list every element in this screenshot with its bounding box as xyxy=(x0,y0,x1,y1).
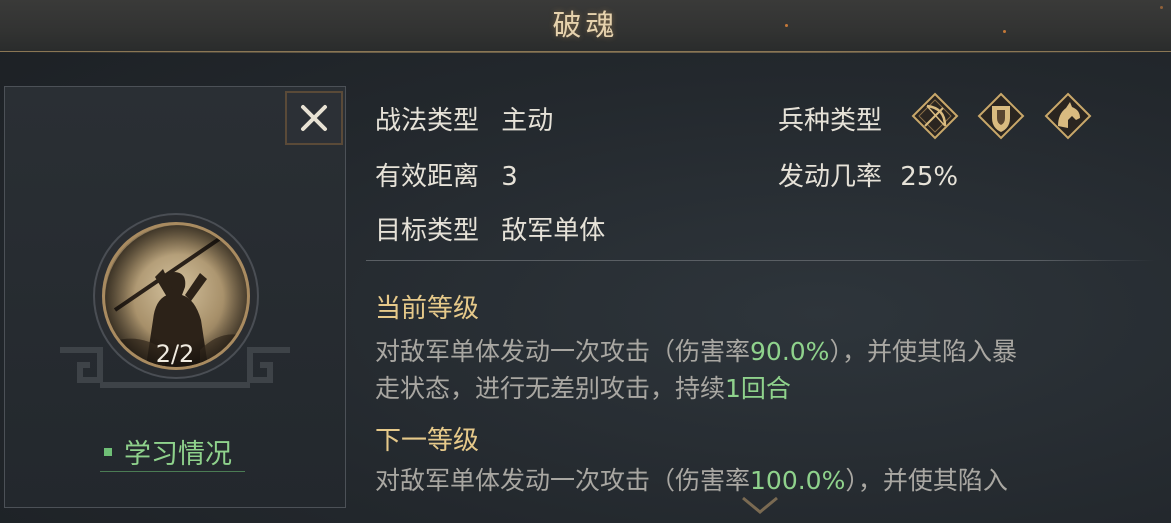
close-button[interactable] xyxy=(285,91,343,145)
status-bullet-icon xyxy=(104,447,112,456)
desc-text: 对敌军单体发动一次攻击（伤害率 xyxy=(375,337,751,366)
ember-particle xyxy=(1003,30,1006,33)
shield-infantry-icon xyxy=(977,92,1025,140)
study-status-label: 学习情况 xyxy=(124,439,232,470)
desc-text: ），并使其陷入 xyxy=(845,466,1008,495)
damage-rate-value: 90.0% xyxy=(750,337,830,366)
activation-rate-value: 25% xyxy=(900,162,959,192)
target-type-value: 敌军单体 xyxy=(501,216,606,246)
troop-type-row: 兵种类型 xyxy=(778,100,882,137)
tactic-type-label: 战法类型 xyxy=(375,106,480,136)
effective-range-label: 有效距离 xyxy=(375,162,480,192)
duration-value: 1回合 xyxy=(725,374,791,403)
effective-range-value: 3 xyxy=(501,162,518,192)
ember-particle xyxy=(785,24,788,27)
close-icon xyxy=(301,105,327,131)
scroll-down-chevron-icon[interactable] xyxy=(735,488,785,518)
activation-rate-label: 发动几率 xyxy=(778,162,883,192)
target-type-row: 目标类型 敌军单体 xyxy=(375,210,605,247)
desc-text: 对敌军单体发动一次攻击（伤害率 xyxy=(375,466,751,495)
title-bar: 破魂 xyxy=(0,0,1171,53)
tactic-type-value: 主动 xyxy=(501,106,554,136)
skill-level-indicator: 2/2 xyxy=(155,340,195,368)
section-divider xyxy=(366,260,1156,261)
archer-icon xyxy=(911,92,959,140)
study-status-button[interactable]: 学习情况 xyxy=(100,432,245,472)
effective-range-row: 有效距离 3 xyxy=(375,156,518,193)
current-level-line-2: 走状态，进行无差别攻击，持续1回合 xyxy=(375,370,1145,407)
skill-title: 破魂 xyxy=(552,8,619,42)
desc-text: 走状态，进行无差别攻击，持续 xyxy=(375,374,726,403)
activation-rate-row: 发动几率 25% xyxy=(778,156,958,193)
cavalry-icon xyxy=(1044,92,1092,140)
next-level-title: 下一等级 xyxy=(375,426,480,456)
current-level-description: 对敌军单体发动一次攻击（伤害率90.0%），并使其陷入暴 走状态，进行无差别攻击… xyxy=(375,333,1145,407)
tactic-type-row: 战法类型 主动 xyxy=(375,100,553,137)
current-level-line-1: 对敌军单体发动一次攻击（伤害率90.0%），并使其陷入暴 xyxy=(375,333,1145,370)
current-level-title: 当前等级 xyxy=(375,294,480,324)
ember-particle xyxy=(1160,6,1163,9)
target-type-label: 目标类型 xyxy=(375,216,480,246)
troop-type-label: 兵种类型 xyxy=(778,106,883,136)
desc-text: ），并使其陷入暴 xyxy=(829,337,1017,366)
